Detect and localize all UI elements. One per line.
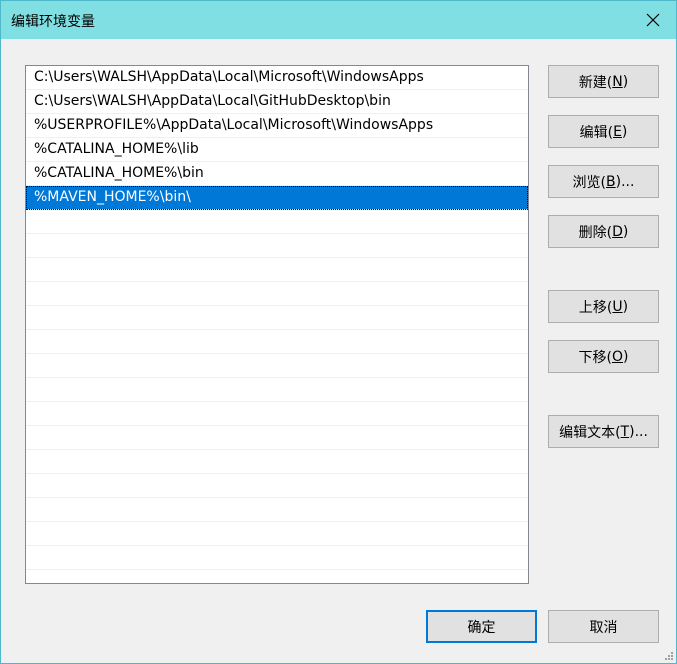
empty-list-row[interactable] — [26, 546, 528, 570]
browse-button-accel: B — [606, 173, 616, 190]
browse-button-end: )... — [615, 173, 635, 190]
list-item[interactable]: %USERPROFILE%\AppData\Local\Microsoft\Wi… — [26, 114, 528, 138]
browse-button[interactable]: 浏览(B)... — [548, 165, 659, 198]
new-button[interactable]: 新建(N) — [548, 65, 659, 98]
cancel-button-label: 取消 — [589, 619, 618, 636]
empty-list-row[interactable] — [26, 354, 528, 378]
delete-button[interactable]: 删除(D) — [548, 215, 659, 248]
empty-list-row[interactable] — [26, 330, 528, 354]
ok-button[interactable]: 确定 — [426, 610, 537, 643]
edit-text-button-accel: T — [620, 423, 630, 440]
empty-list-row[interactable] — [26, 498, 528, 522]
delete-button-accel: D — [612, 223, 623, 240]
empty-list-row[interactable] — [26, 426, 528, 450]
edit-button-end: ) — [621, 123, 628, 140]
empty-list-row[interactable] — [26, 210, 528, 234]
empty-list-row[interactable] — [26, 258, 528, 282]
browse-button-label: 浏览( — [572, 174, 607, 191]
delete-button-label: 删除( — [578, 224, 613, 241]
edit-button[interactable]: 编辑(E) — [548, 115, 659, 148]
empty-list-row[interactable] — [26, 234, 528, 258]
resize-grip-icon[interactable] — [662, 649, 674, 661]
window-title: 编辑环境变量 — [11, 14, 95, 30]
close-icon — [646, 13, 660, 27]
empty-list-row[interactable] — [26, 450, 528, 474]
list-item[interactable]: %MAVEN_HOME%\bin\ — [26, 186, 528, 210]
edit-button-label: 编辑( — [579, 124, 614, 141]
edit-button-accel: E — [613, 123, 622, 140]
ok-button-label: 确定 — [467, 619, 496, 636]
list-item[interactable]: %CATALINA_HOME%\lib — [26, 138, 528, 162]
move-down-button-label: 下移( — [578, 349, 612, 366]
move-up-button-accel: U — [612, 298, 623, 315]
list-item[interactable]: C:\Users\WALSH\AppData\Local\GitHubDeskt… — [26, 90, 528, 114]
list-item[interactable]: %CATALINA_HOME%\bin — [26, 162, 528, 186]
list-item[interactable]: C:\Users\WALSH\AppData\Local\Microsoft\W… — [26, 66, 528, 90]
new-button-label: 新建( — [578, 74, 613, 91]
cancel-button[interactable]: 取消 — [548, 610, 659, 643]
edit-text-button-label: 编辑文本( — [559, 424, 621, 441]
edit-env-var-dialog: 编辑环境变量 C:\Users\WALSH\AppData\Local\Micr… — [0, 0, 677, 664]
empty-list-row[interactable] — [26, 306, 528, 330]
move-down-button-accel: O — [611, 348, 624, 365]
empty-list-row[interactable] — [26, 282, 528, 306]
delete-button-end: ) — [622, 223, 629, 240]
move-down-button[interactable]: 下移(O) — [548, 340, 659, 373]
move-up-button-label: 上移( — [578, 299, 613, 316]
empty-list-row[interactable] — [26, 402, 528, 426]
empty-list-row[interactable] — [26, 474, 528, 498]
path-list[interactable]: C:\Users\WALSH\AppData\Local\Microsoft\W… — [25, 65, 529, 584]
new-button-end: ) — [622, 73, 629, 90]
empty-list-row[interactable] — [26, 522, 528, 546]
empty-list-row[interactable] — [26, 378, 528, 402]
new-button-accel: N — [612, 73, 623, 90]
edit-text-button-end: )... — [629, 423, 648, 440]
title-bar[interactable]: 编辑环境变量 — [1, 1, 676, 39]
move-up-button[interactable]: 上移(U) — [548, 290, 659, 323]
move-up-button-end: ) — [622, 298, 629, 315]
edit-text-button[interactable]: 编辑文本(T)... — [548, 415, 659, 448]
move-down-button-end: ) — [623, 348, 629, 365]
close-button[interactable] — [630, 1, 676, 39]
